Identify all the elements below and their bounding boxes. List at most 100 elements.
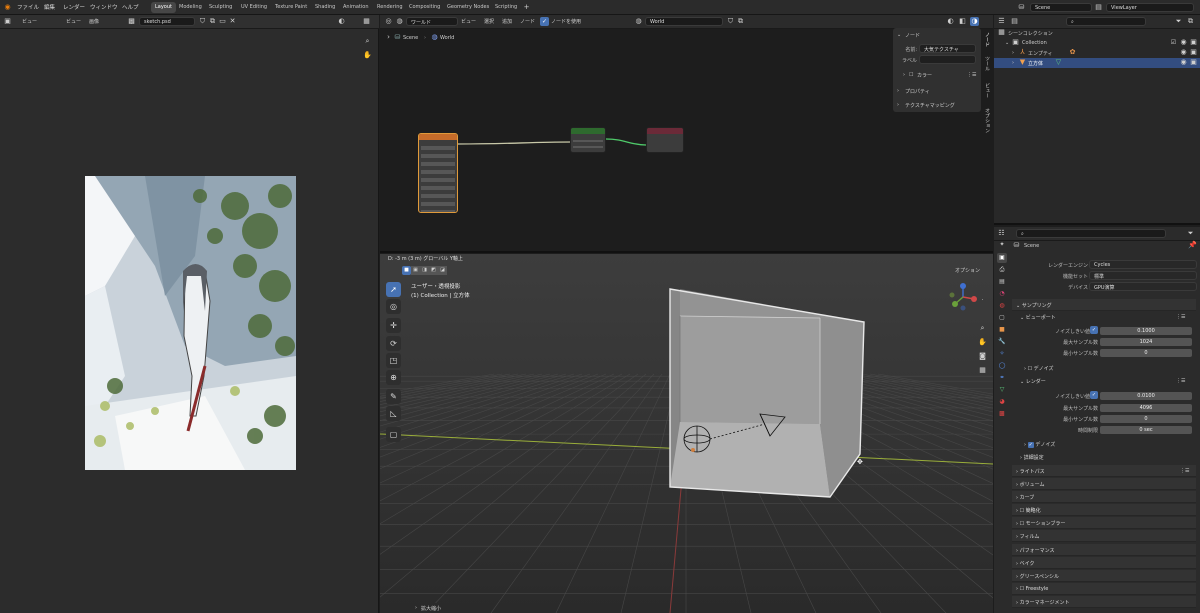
performance-panel[interactable]: › パフォーマンス [1012, 544, 1196, 556]
workspace-tab-layout[interactable]: Layout [151, 2, 176, 13]
grease-pencil-panel[interactable]: › グリースペンシル [1012, 570, 1196, 582]
workspace-tab-rendering[interactable]: Rendering [373, 2, 407, 13]
color-management-panel[interactable]: › カラーマネージメント [1012, 596, 1196, 608]
render-min-samples-input[interactable]: 0 [1100, 415, 1192, 423]
viewport-noise-threshold-input[interactable]: 0.1000 [1100, 327, 1192, 335]
measure-tool[interactable]: ◺ [386, 406, 401, 421]
simplify-panel[interactable]: › ☐ 簡略化 [1012, 504, 1196, 516]
viewport-sampling-label[interactable]: ⌄ ビューポート [1020, 314, 1056, 321]
mode-intersect-icon[interactable]: ◪ [438, 266, 447, 275]
add-workspace-icon[interactable]: + [522, 3, 531, 12]
cube-render-icon[interactable]: ▣ [1189, 58, 1198, 67]
annotate-tool[interactable]: ✎ [386, 389, 401, 404]
mode-invert-icon[interactable]: ◩ [429, 266, 438, 275]
light-paths-panel[interactable]: › ライトパス [1012, 465, 1196, 477]
open-image-icon[interactable]: ▭ [218, 17, 227, 26]
display-channels-icon[interactable]: ◐ [337, 17, 346, 26]
blender-logo-icon[interactable]: ◉ [3, 3, 12, 12]
transform-tool[interactable]: ⊕ [386, 370, 401, 385]
camera-view-icon[interactable]: ◙ [978, 352, 987, 361]
add-cube-tool[interactable]: ▢ [386, 427, 401, 442]
background-node[interactable] [570, 127, 606, 153]
texture-tab-icon[interactable]: ▩ [997, 409, 1007, 419]
fake-user-icon[interactable]: ⛉ [198, 17, 207, 26]
sidebar-tab-view[interactable]: ビュー [984, 83, 991, 98]
cursor-tool[interactable]: ◎ [386, 299, 401, 314]
sidebar-tab-node[interactable]: ノード [984, 32, 991, 47]
workspace-tab-texture-paint[interactable]: Texture Paint [271, 2, 311, 13]
motion-blur-panel[interactable]: › ☐ モーションブラー [1012, 517, 1196, 529]
render-noise-threshold-input[interactable]: 0.0100 [1100, 392, 1192, 400]
properties-options-icon[interactable]: ⏷ [1186, 229, 1195, 238]
viewport-zoom-icon[interactable]: ⌕ [978, 324, 987, 333]
viewport-pan-icon[interactable]: ✋ [978, 338, 987, 347]
editor-type-icon[interactable]: ▣ [3, 17, 12, 26]
modifier-tab-icon[interactable]: 🔧 [997, 337, 1007, 347]
sidebar-tab-tool[interactable]: ツール [984, 56, 991, 71]
3d-viewport[interactable]: D: -3 m (3 m) グローバル Y軸上 ■ ▣ ◨ ◩ ◪ オプション … [380, 254, 993, 613]
menu-help[interactable]: ヘルプ [122, 3, 139, 11]
color-expand-icon[interactable]: › [903, 72, 905, 78]
view-layer-selector[interactable]: ViewLayer [1106, 3, 1194, 12]
scene-collection-label[interactable]: シーンコレクション [1008, 30, 1053, 37]
outliner-item-empty[interactable]: エンプティ [1028, 50, 1053, 57]
scene-selector[interactable]: Scene [1030, 3, 1092, 12]
pan-hand-icon[interactable]: ✋ [363, 51, 372, 60]
physics-tab-icon[interactable]: ◯ [997, 361, 1007, 371]
image-menu-image[interactable]: 画像 [89, 18, 99, 25]
view-layer-icon[interactable]: ▤ [1094, 3, 1103, 12]
viewport-presets-icon[interactable]: ⋮☰ [1176, 314, 1185, 320]
empty-expand-icon[interactable]: › [1012, 50, 1014, 56]
world-tab-icon[interactable]: ◍ [997, 301, 1007, 311]
select-box-tool[interactable]: ➚ [386, 282, 401, 297]
texture-mapping-row[interactable]: › テクスチャマッピング [893, 99, 981, 110]
image-options-icon[interactable]: ▦ [362, 17, 371, 26]
collection-render-icon[interactable]: ▣ [1189, 38, 1198, 47]
render-noise-checkbox-icon[interactable]: ✓ [1090, 391, 1098, 399]
outliner-editor-icon[interactable]: ☰ [997, 17, 1006, 26]
cube-expand-icon[interactable]: › [1012, 60, 1014, 66]
viewport-max-samples-input[interactable]: 1024 [1100, 338, 1192, 346]
curves-panel[interactable]: › カーブ [1012, 491, 1196, 503]
viewport-options-dropdown[interactable]: オプション [955, 267, 980, 274]
color-label[interactable]: カラー [917, 72, 932, 79]
outliner-item-cube[interactable]: 立方体 [1028, 60, 1043, 67]
device-dropdown[interactable]: GPU演算 [1089, 282, 1197, 291]
properties-editor-icon[interactable]: ☷ [997, 229, 1006, 238]
outliner-row-cube-selected[interactable]: › ▼ 立方体 ▽ ◉ ▣ [994, 58, 1200, 68]
data-tab-icon[interactable]: ▽ [997, 385, 1007, 395]
particles-tab-icon[interactable]: ✧ [997, 349, 1007, 359]
outliner-item-collection[interactable]: Collection [1022, 40, 1047, 46]
menu-render[interactable]: レンダー [63, 3, 85, 11]
collection-visibility-icon[interactable]: ◉ [1179, 38, 1188, 47]
workspace-tab-shading[interactable]: Shading [311, 2, 339, 13]
render-denoise-checkbox-icon[interactable]: ✓ [1027, 442, 1034, 448]
rotate-tool[interactable]: ⟳ [386, 336, 401, 351]
workspace-tab-modeling[interactable]: Modeling [175, 2, 206, 13]
empty-visibility-icon[interactable]: ◉ [1179, 48, 1188, 57]
render-engine-dropdown[interactable]: Cycles [1089, 260, 1197, 269]
time-limit-input[interactable]: 0 sec [1100, 426, 1192, 434]
sidebar-tab-options[interactable]: オプション [984, 108, 991, 133]
light-paths-presets-icon[interactable]: ⋮☰ [1180, 468, 1189, 474]
mode-set-icon[interactable]: ■ [402, 266, 411, 275]
render-presets-icon[interactable]: ⋮☰ [1176, 378, 1185, 384]
color-checkbox-icon[interactable]: ☐ [909, 72, 913, 78]
world-output-node[interactable] [646, 127, 684, 153]
unlink-image-icon[interactable]: ✕ [228, 17, 237, 26]
outliner-search-input[interactable]: ⌕ [1066, 17, 1146, 26]
tool-tab-icon[interactable]: ✦ [997, 240, 1007, 250]
image-menu-view-1[interactable]: ビュー [22, 18, 37, 25]
render-denoise-row[interactable]: › ✓ デノイズ [1024, 441, 1055, 448]
image-browse-icon[interactable]: ▩ [127, 17, 136, 26]
last-operation-panel[interactable]: › 拡大縮小 [411, 603, 485, 613]
feature-set-dropdown[interactable]: 標準 [1089, 271, 1197, 280]
display-mode-icon[interactable]: ▤ [1010, 17, 1019, 26]
properties-search-input[interactable]: ⌕ [1016, 229, 1166, 238]
empty-render-icon[interactable]: ▣ [1189, 48, 1198, 57]
new-image-icon[interactable]: ⧉ [208, 17, 217, 26]
film-panel[interactable]: › フィルム [1012, 530, 1196, 542]
workspace-tab-compositing[interactable]: Compositing [405, 2, 444, 13]
freestyle-panel[interactable]: › ☐ Freestyle [1012, 583, 1196, 595]
view-layer-tab-icon[interactable]: ▤ [997, 277, 1007, 287]
